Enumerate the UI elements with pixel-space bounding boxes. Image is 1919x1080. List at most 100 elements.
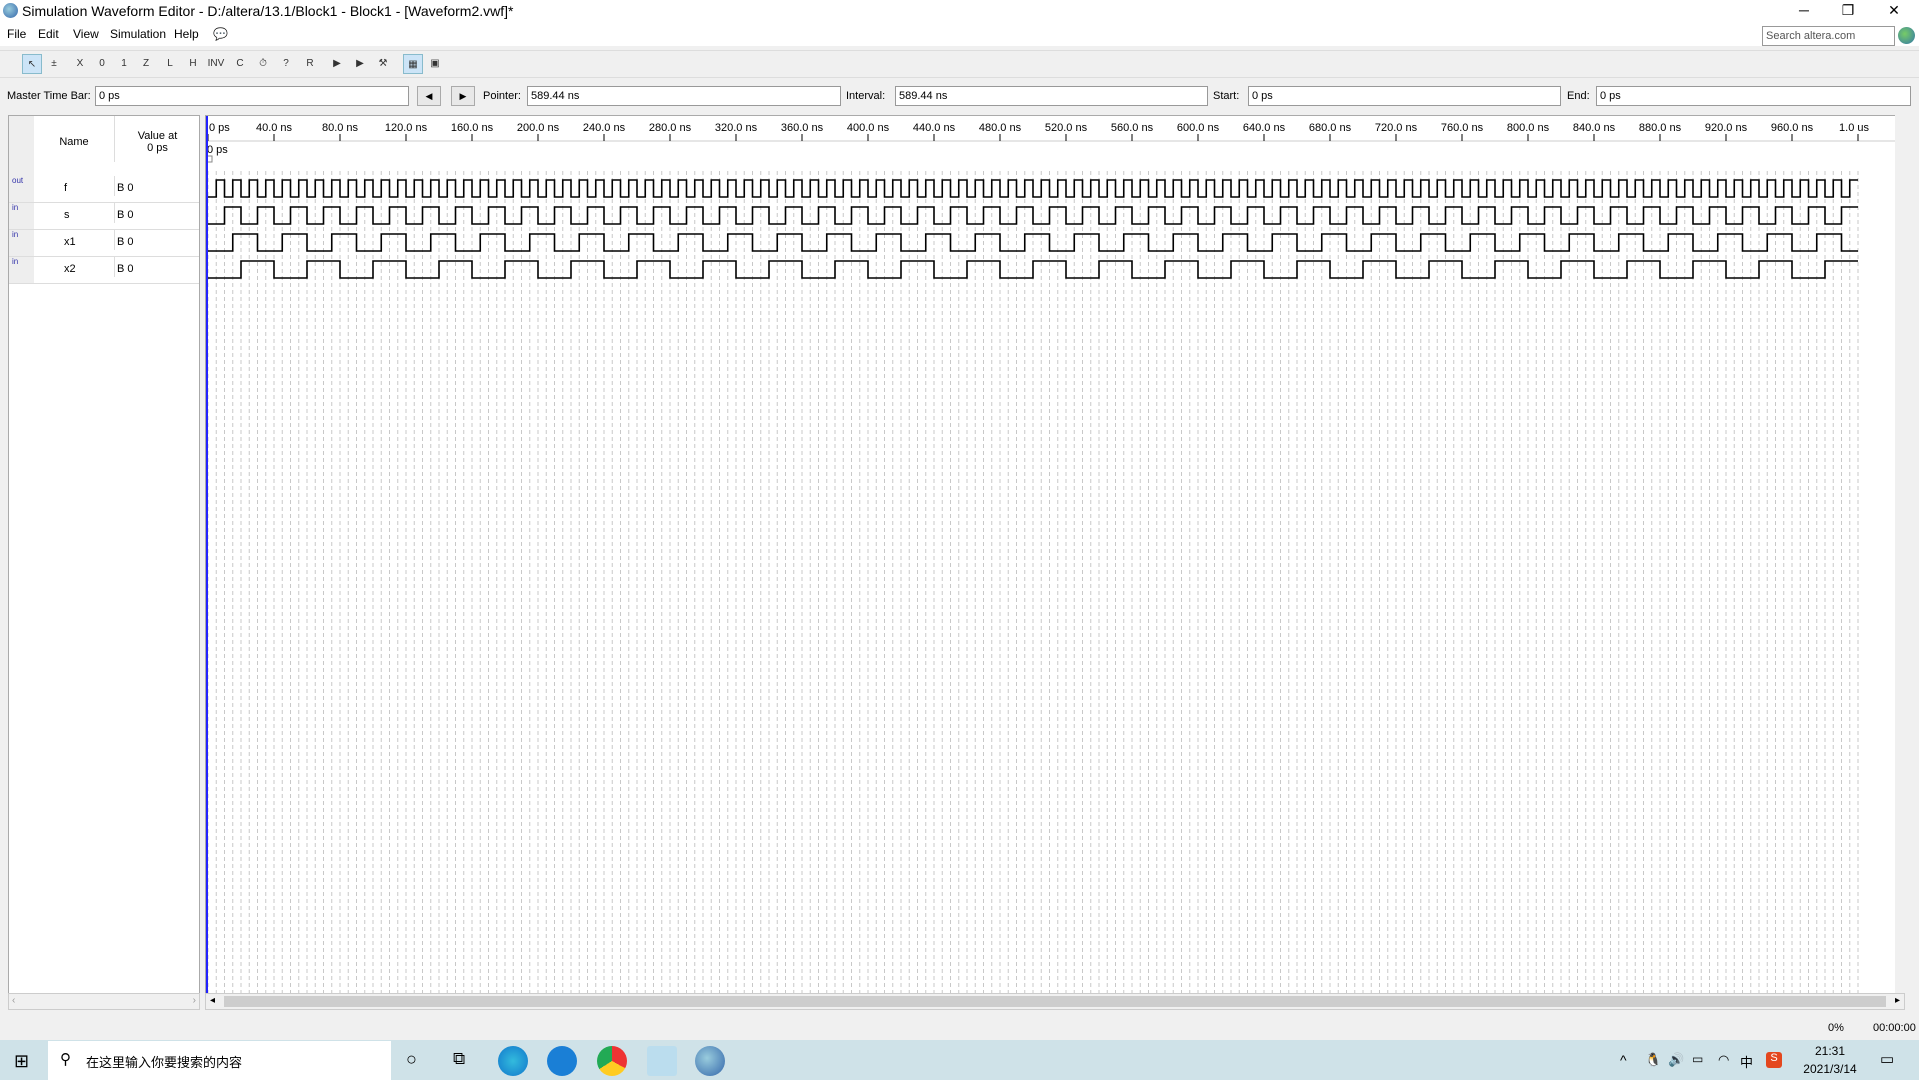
forcing-high-icon[interactable]: 1 (114, 54, 134, 74)
netlist-writer-icon[interactable]: ⚒ (373, 54, 393, 74)
input-pin-icon: in (9, 257, 34, 283)
interval-field[interactable]: 589.44 ns (895, 86, 1208, 106)
tick-label: 240.0 ns (583, 122, 626, 134)
show-hidden-icons[interactable]: ^ (1620, 1052, 1627, 1068)
edge-icon[interactable] (498, 1046, 528, 1076)
cortana-icon[interactable]: ○ (406, 1049, 417, 1070)
window-title: Simulation Waveform Editor - D:/altera/1… (22, 3, 514, 19)
time-bar-row: Master Time Bar: 0 ps ◀ ▶ Pointer: 589.4… (0, 85, 1919, 110)
chrome-icon[interactable] (597, 1046, 627, 1076)
toolbar: ↖ ± X 0 1 Z L H INV C ⏱? R ▶ ▶ ⚒ ▦ ▣ (0, 50, 1919, 78)
signal-name: x2 (64, 263, 76, 275)
functional-simulation-icon[interactable]: ▶ (327, 54, 347, 74)
tick-label: 320.0 ns (715, 122, 758, 134)
signal-row-x2[interactable]: in x2 B 0 (9, 257, 199, 284)
tick-label: 960.0 ns (1771, 122, 1814, 134)
waveform-canvas[interactable]: 0 ps 40.0 ns 80.0 ns 120.0 ns 160.0 ns 200.0 … (205, 115, 1905, 995)
name-panel-scrollbar[interactable]: ‹ › (8, 993, 200, 1010)
minimize-button[interactable]: ─ (1782, 0, 1826, 22)
title-bar: Simulation Waveform Editor - D:/altera/1… (0, 0, 1919, 22)
prev-transition-button[interactable]: ◀ (417, 86, 441, 106)
weak-high-icon[interactable]: H (183, 54, 203, 74)
tick-label: 400.0 ns (847, 122, 890, 134)
tick-label: 0 ps (209, 122, 230, 134)
feedback-icon[interactable]: 💬 (213, 27, 228, 41)
windows-start-icon[interactable]: ⊞ (14, 1051, 29, 1072)
pointer-label: Pointer: (483, 90, 521, 102)
master-time-bar-field[interactable]: 0 ps (95, 86, 409, 106)
forcing-low-icon[interactable]: 0 (92, 54, 112, 74)
signal-row-s[interactable]: in s B 0 (9, 203, 199, 230)
tick-label: 40.0 ns (256, 122, 293, 134)
task-view-icon[interactable]: ⧉ (453, 1049, 465, 1069)
ime-indicator[interactable]: 中 (1740, 1052, 1753, 1071)
horizontal-scrollbar[interactable]: ◂ ▸ (205, 993, 1905, 1010)
signal-row-f[interactable]: out f B 0 (9, 176, 199, 203)
tick-label: 480.0 ns (979, 122, 1022, 134)
signal-row-x1[interactable]: in x1 B 0 (9, 230, 199, 257)
tick-label: 800.0 ns (1507, 122, 1550, 134)
output-pin-icon: out (9, 176, 34, 202)
tick-label: 600.0 ns (1177, 122, 1220, 134)
clock-time[interactable]: 21:31 (1790, 1044, 1870, 1058)
sogou-icon[interactable]: S (1766, 1052, 1782, 1068)
restore-button[interactable]: ❐ (1826, 0, 1870, 22)
grid-settings-icon[interactable]: ▣ (425, 54, 445, 74)
menu-view[interactable]: View (73, 27, 99, 41)
waveform-s (208, 206, 1858, 225)
overwrite-clock-icon[interactable]: ⏱ (253, 54, 273, 74)
search-input[interactable]: Search altera.com (1762, 26, 1895, 46)
zoom-tool-icon[interactable]: ± (44, 54, 64, 74)
signal-name: x1 (64, 236, 76, 248)
end-field[interactable]: 0 ps (1596, 86, 1911, 106)
start-field[interactable]: 0 ps (1248, 86, 1561, 106)
vertical-scrollbar[interactable] (1895, 115, 1912, 1010)
end-label: End: (1567, 90, 1590, 102)
signal-value: B 0 (114, 257, 134, 277)
search-icon: ⚲ (60, 1051, 71, 1068)
signal-value: B 0 (114, 176, 134, 196)
notification-icon[interactable]: ▭ (1880, 1050, 1894, 1068)
count-value-icon[interactable]: C (230, 54, 250, 74)
timing-simulation-icon[interactable]: ▶ (350, 54, 370, 74)
tick-label: 440.0 ns (913, 122, 956, 134)
clock-date[interactable]: 2021/3/14 (1790, 1062, 1870, 1076)
pointer-field[interactable]: 589.44 ns (527, 86, 841, 106)
input-pin-icon: in (9, 203, 34, 229)
battery-icon[interactable]: ▭ (1692, 1052, 1703, 1066)
master-time-bar-label: Master Time Bar: (7, 90, 91, 102)
high-impedance-icon[interactable]: Z (136, 54, 156, 74)
interval-label: Interval: (846, 90, 886, 102)
master-time-marker-label: 0 ps (207, 144, 228, 156)
next-transition-button[interactable]: ▶ (451, 86, 475, 106)
selection-tool-icon[interactable]: ↖ (22, 54, 42, 74)
phone-app-icon[interactable] (547, 1046, 577, 1076)
signal-name: f (64, 182, 68, 194)
wifi-icon[interactable]: ◠ (1718, 1052, 1729, 1068)
scrollbar-thumb[interactable] (224, 996, 1886, 1007)
globe-icon[interactable] (1898, 27, 1915, 44)
qq-icon[interactable]: 🐧 (1645, 1052, 1661, 1068)
notepad-icon[interactable] (647, 1046, 677, 1076)
menu-simulation[interactable]: Simulation (110, 27, 166, 41)
close-button[interactable]: ✕ (1872, 0, 1916, 22)
value-column-header[interactable]: Value at 0 ps (114, 116, 200, 162)
taskbar-search-box[interactable]: 在这里输入你要搜索的内容 (48, 1041, 391, 1080)
menu-file[interactable]: File (7, 27, 26, 41)
menu-help[interactable]: Help (174, 27, 199, 41)
arbitrary-value-icon[interactable]: ? (276, 54, 296, 74)
name-column-header[interactable]: Name (34, 136, 114, 148)
tick-label: 920.0 ns (1705, 122, 1748, 134)
menu-edit[interactable]: Edit (38, 27, 59, 41)
quartus-taskbar-icon[interactable] (695, 1046, 725, 1076)
snap-to-grid-icon[interactable]: ▦ (403, 54, 423, 74)
volume-icon[interactable]: 🔊 (1668, 1052, 1684, 1068)
tick-label: 280.0 ns (649, 122, 692, 134)
invert-icon[interactable]: INV (206, 54, 226, 74)
tick-label: 520.0 ns (1045, 122, 1088, 134)
weak-low-icon[interactable]: L (160, 54, 180, 74)
random-value-icon[interactable]: R (300, 54, 320, 74)
tick-label: 1.0 us (1839, 122, 1869, 134)
signal-value: B 0 (114, 203, 134, 223)
forcing-unknown-icon[interactable]: X (70, 54, 90, 74)
